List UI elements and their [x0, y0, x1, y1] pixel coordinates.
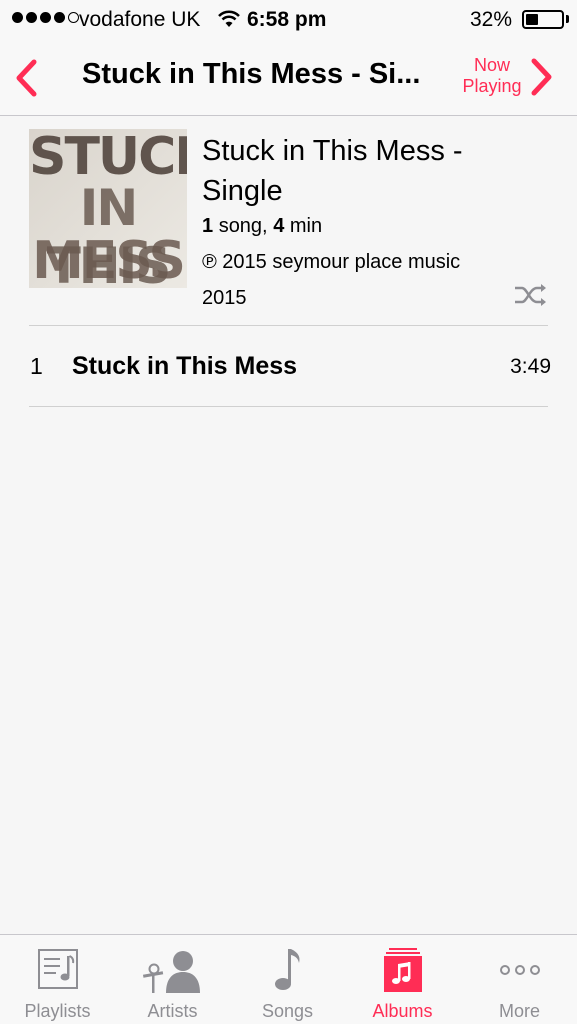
- status-bar: vodafone UK 6:58 pm 32%: [0, 0, 577, 38]
- album-year: 2015: [202, 287, 247, 309]
- song-count-value: 1: [202, 215, 214, 237]
- album-song-count: 1 song, 4 min: [202, 215, 322, 238]
- tab-artists[interactable]: Artists: [115, 935, 230, 1024]
- carrier-name: vodafone UK: [79, 8, 201, 31]
- tab-label-artists: Artists: [147, 1001, 198, 1021]
- divider: [29, 406, 548, 407]
- song-count-word: song,: [218, 215, 268, 237]
- tab-label-songs: Songs: [261, 1001, 314, 1021]
- track-duration: 3:49: [510, 355, 551, 378]
- album-title-line2: Single: [202, 175, 283, 207]
- divider: [29, 325, 548, 326]
- duration-value: 4: [273, 215, 285, 237]
- track-number: 1: [30, 353, 43, 379]
- album-art-text-3: MESS: [32, 231, 186, 288]
- tab-label-playlists: Playlists: [24, 1001, 91, 1021]
- album-artwork: STUCK IN THIS MESS: [29, 129, 187, 288]
- album-title: Stuck in This Mess - Single: [202, 131, 562, 211]
- more-icon: [462, 947, 577, 993]
- album-title-line1: Stuck in This Mess -: [202, 135, 463, 167]
- now-playing-line2: Playing: [462, 76, 522, 96]
- chevron-right-icon: [531, 58, 552, 96]
- chevron-left-icon: [16, 59, 37, 97]
- now-playing-line1: Now: [473, 55, 510, 75]
- now-playing-button[interactable]: Now Playing: [452, 53, 572, 103]
- back-button[interactable]: [10, 56, 46, 100]
- songs-icon: [230, 947, 345, 993]
- tab-songs[interactable]: Songs: [230, 935, 345, 1024]
- wifi-icon: [217, 9, 241, 35]
- tab-playlists[interactable]: Playlists: [0, 935, 115, 1024]
- clock: 6:58 pm: [247, 8, 327, 31]
- tab-more[interactable]: More: [462, 935, 577, 1024]
- tab-bar: Playlists Artists Songs Albums More: [0, 934, 577, 1024]
- track-row[interactable]: 1 Stuck in This Mess 3:49: [0, 327, 577, 406]
- battery-nub: [566, 15, 569, 23]
- tab-label-more: More: [498, 1001, 540, 1021]
- duration-word: min: [289, 215, 323, 237]
- page-title: Stuck in This Mess - Si...: [82, 58, 421, 90]
- album-copyright: ℗ 2015 seymour place music: [202, 251, 461, 273]
- tab-albums[interactable]: Albums: [345, 935, 460, 1024]
- track-title: Stuck in This Mess: [72, 352, 298, 380]
- battery-icon: [522, 10, 564, 29]
- artists-icon: [115, 947, 230, 993]
- signal-dots-icon: [12, 12, 79, 23]
- albums-icon: [345, 947, 460, 993]
- shuffle-button[interactable]: [513, 283, 549, 307]
- tab-label-albums: Albums: [372, 1001, 433, 1021]
- shuffle-icon: [515, 284, 546, 306]
- playlists-icon: [0, 947, 115, 993]
- navigation-bar: Stuck in This Mess - Si... Now Playing: [0, 38, 577, 116]
- battery-percent: 32%: [470, 8, 513, 31]
- now-playing-label: Now Playing: [457, 55, 527, 97]
